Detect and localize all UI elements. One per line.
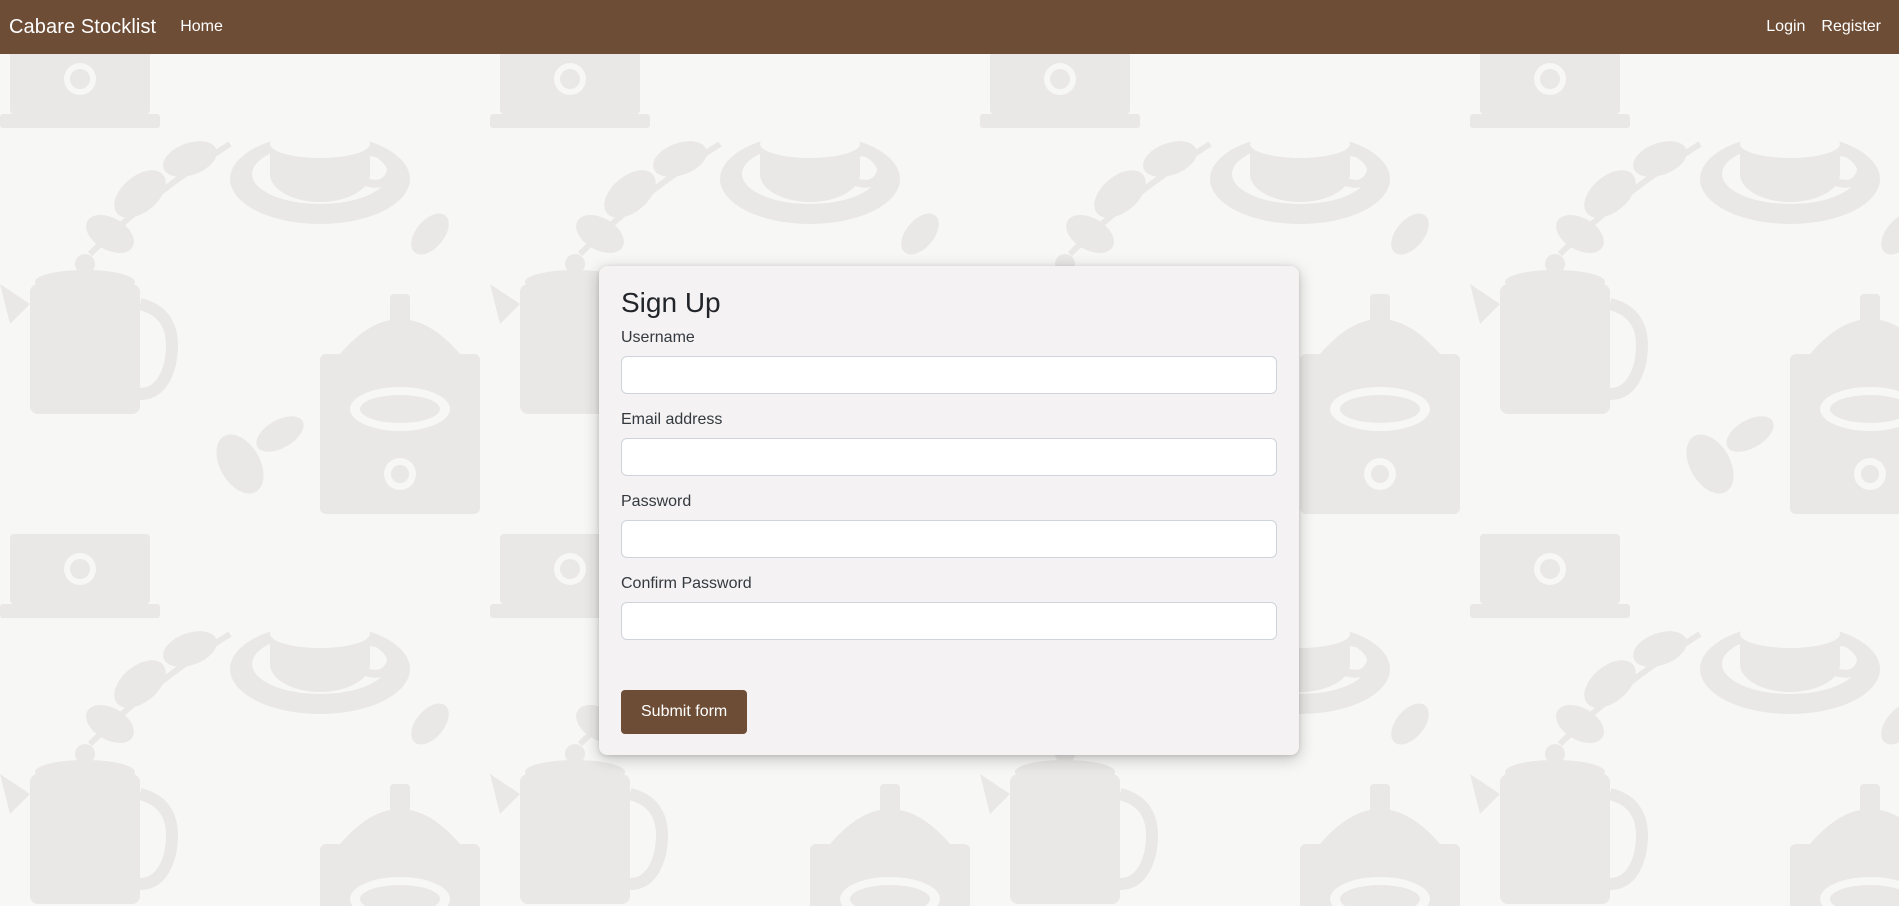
confirm-password-input[interactable]: [621, 601, 1277, 640]
username-field-group: Username: [621, 329, 1277, 394]
signup-card: Sign Up Username Email address Password …: [599, 266, 1299, 755]
brand-link[interactable]: Cabare Stocklist: [9, 16, 156, 39]
nav-register-link[interactable]: Register: [1821, 18, 1881, 36]
email-input[interactable]: [621, 437, 1277, 476]
nav-login-link[interactable]: Login: [1766, 18, 1805, 36]
confirm-password-field-group: Confirm Password: [621, 575, 1277, 640]
password-field-group: Password: [621, 493, 1277, 558]
email-field-group: Email address: [621, 411, 1277, 476]
confirm-password-label: Confirm Password: [621, 574, 752, 592]
username-label: Username: [621, 328, 695, 346]
username-input[interactable]: [621, 355, 1277, 394]
form-title: Sign Up: [621, 287, 721, 318]
email-label: Email address: [621, 410, 723, 428]
password-input[interactable]: [621, 519, 1277, 558]
nav-right-group: Login Register: [1766, 18, 1890, 36]
nav-home-link[interactable]: Home: [180, 18, 223, 36]
password-label: Password: [621, 492, 692, 510]
top-navbar: Cabare Stocklist Home Login Register: [0, 0, 1899, 54]
submit-form-button[interactable]: Submit form: [621, 689, 748, 734]
